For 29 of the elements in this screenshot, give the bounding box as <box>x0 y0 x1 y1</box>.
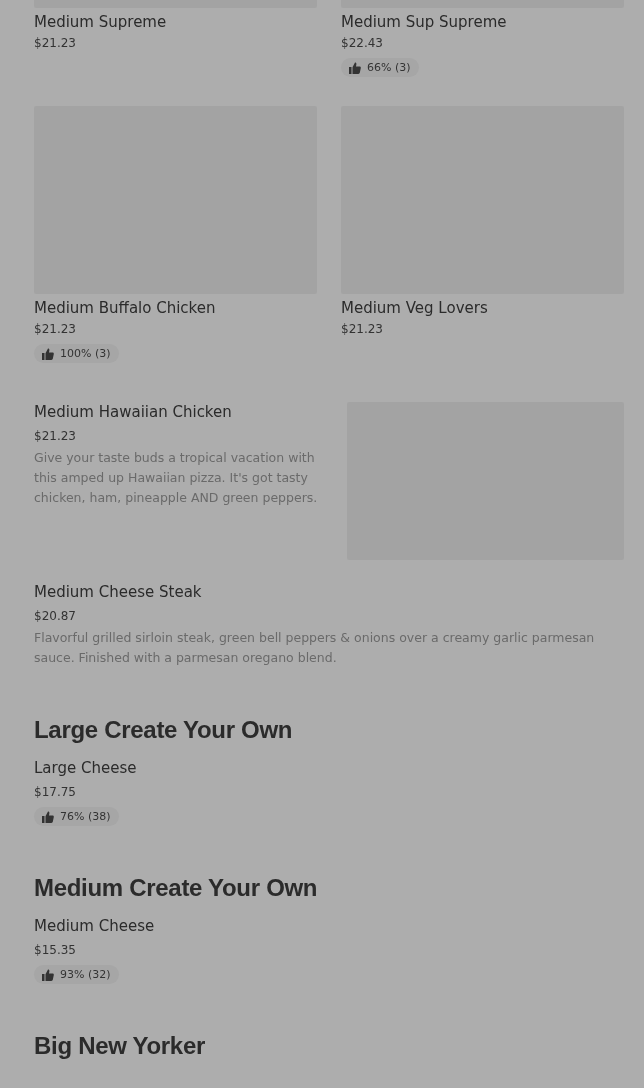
thumbs-up-icon <box>42 810 54 823</box>
item-name[interactable]: Medium Cheese <box>34 916 155 936</box>
item-name[interactable]: Medium Veg Lovers <box>341 298 488 318</box>
section-heading: Big New Yorker <box>34 1032 206 1060</box>
item-price: $17.75 <box>34 784 76 800</box>
thumbs-up-icon <box>42 347 54 360</box>
item-price: $22.43 <box>341 35 383 51</box>
item-name[interactable]: Medium Buffalo Chicken <box>34 298 216 318</box>
rating-badge: 76% (38) <box>34 807 119 826</box>
item-description: Give your taste buds a tropical vacation with this amped up Hawaiian pizza. It's got tasty chicken, ham, pineapple AND green peppers. <box>34 449 319 507</box>
item-price: $21.23 <box>34 428 76 444</box>
rating-badge: 100% (3) <box>34 344 119 363</box>
item-name[interactable]: Medium Sup Supreme <box>341 12 507 32</box>
item-name[interactable]: Medium Cheese Steak <box>34 582 202 602</box>
item-name[interactable]: Large Cheese <box>34 758 137 778</box>
section-heading: Medium Create Your Own <box>34 874 319 902</box>
item-price: $20.87 <box>34 608 76 624</box>
thumbs-up-icon <box>42 968 54 981</box>
item-price: $21.23 <box>34 35 76 51</box>
rating-badge: 93% (32) <box>34 965 119 984</box>
section-heading: Large Create Your Own <box>34 716 294 744</box>
thumbs-up-icon <box>349 61 361 74</box>
item-price: $15.35 <box>34 942 76 958</box>
rating-badge: 66% (3) <box>341 58 419 77</box>
item-price: $21.23 <box>34 321 76 337</box>
item-description: Flavorful grilled sirloin steak, green bell peppers & onions over a creamy garlic parmesan sauce. Finished with a parmesan oregano blend. <box>34 629 596 667</box>
item-price: $21.23 <box>341 321 383 337</box>
item-name[interactable]: Medium Hawaiian Chicken <box>34 402 232 422</box>
item-name[interactable]: Medium Supreme <box>34 12 167 32</box>
